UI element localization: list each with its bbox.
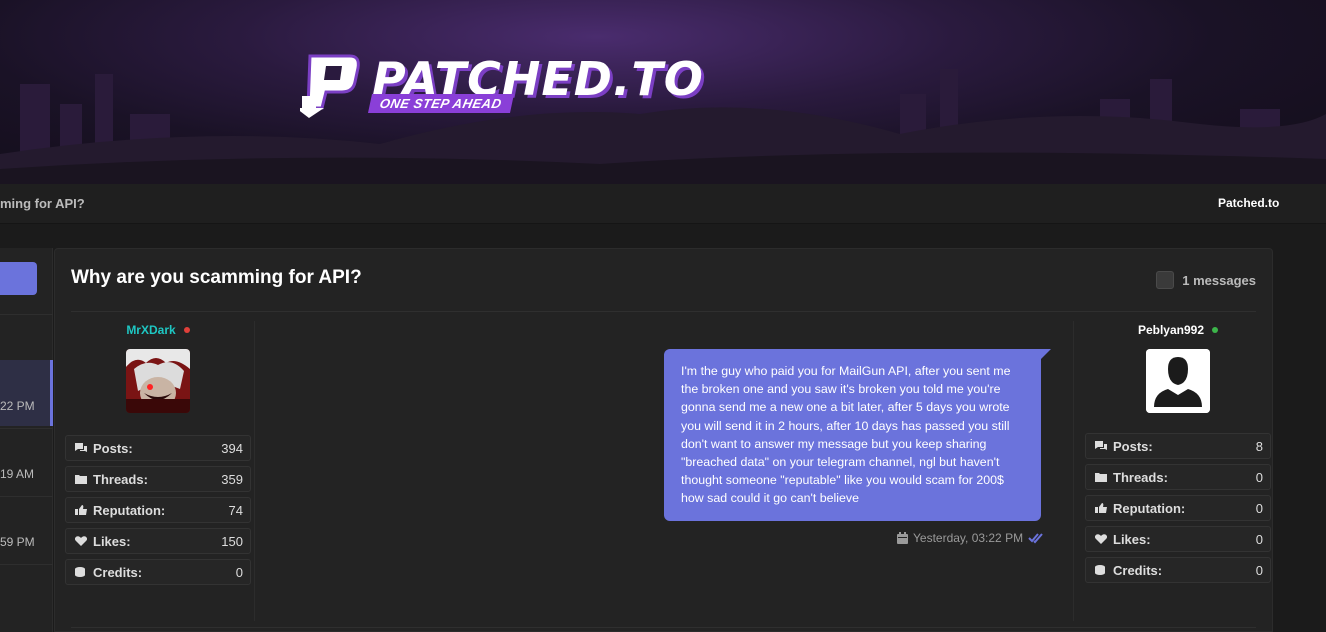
stat-label: Likes: [1113,531,1151,547]
new-conversation-button[interactable] [0,262,37,295]
divider [0,314,53,315]
divider [1073,321,1074,621]
stat-label: Credits: [93,564,143,580]
select-checkbox[interactable] [1156,271,1175,289]
heart-icon [1094,534,1108,544]
folder-icon [75,475,87,484]
participant-card-right: Peblyan992 Posts: 8 Threads: 0 Reputatio… [1085,321,1271,588]
avatar[interactable] [1146,349,1210,413]
stat-posts: Posts: 8 [1085,433,1271,459]
comments-icon [1095,441,1107,450]
conversation-title: Why are you scamming for API? [71,267,362,288]
list-item-time: 19 AM [0,467,35,481]
coins-icon [75,567,85,577]
online-status-dot [1212,327,1219,333]
navbar: ming for API? Patched.to [0,184,1326,224]
stat-label: Reputation: [1113,500,1186,516]
comments-icon [75,443,87,452]
participant-card-left: MrXDark Posts: 394 Threads: 359 Reputati… [65,321,251,590]
message-count: 1 messages [1156,271,1256,289]
divider [71,627,1256,628]
stat-likes: Likes: 0 [1085,526,1271,552]
list-item-time: 22 PM [0,399,35,413]
list-item[interactable]: 19 AM [0,429,53,495]
header-banner: PATCHED.TO ONE STEP AHEAD [0,0,1326,184]
list-item[interactable]: 59 PM [0,497,53,563]
stat-value: 150 [221,533,243,549]
participant-username[interactable]: MrXDark [126,323,175,337]
site-home-link[interactable]: Patched.to [1218,196,1279,210]
stat-value: 74 [228,502,243,518]
message-count-label: 1 messages [1182,272,1256,288]
divider [254,321,255,621]
list-item-time: 59 PM [0,535,35,549]
message-timestamp: Yesterday, 03:22 PM [913,531,1024,545]
offline-status-dot [183,327,190,333]
stat-credits: Credits: 0 [1085,557,1271,583]
thumbs-up-icon [75,505,87,515]
stat-label: Posts: [93,440,133,456]
folder-icon [1095,473,1107,482]
message-meta: Yesterday, 03:22 PM [897,531,1044,545]
stat-label: Credits: [1113,562,1163,578]
stat-reputation: Reputation: 74 [65,497,251,523]
stat-label: Likes: [93,533,131,549]
conversation-list: 22 PM 19 AM 59 PM [0,248,53,632]
stat-label: Threads: [93,471,148,487]
stat-reputation: Reputation: 0 [1085,495,1271,521]
heart-icon [74,536,88,546]
stat-value: 8 [1255,438,1263,454]
stat-threads: Threads: 359 [65,466,251,492]
stat-label: Threads: [1113,469,1168,485]
stat-value: 394 [221,440,243,456]
stat-value: 359 [221,471,243,487]
stat-value: 0 [1255,500,1263,516]
message-bubble: I'm the guy who paid you for MailGun API… [664,349,1041,521]
calendar-icon [897,532,908,544]
divider [0,564,53,565]
participant-username[interactable]: Peblyan992 [1138,323,1204,337]
stat-value: 0 [1255,562,1263,578]
stat-label: Posts: [1113,438,1153,454]
thumbs-up-icon [1095,503,1107,513]
stat-label: Reputation: [93,502,166,518]
stat-likes: Likes: 150 [65,528,251,554]
avatar[interactable] [126,349,190,413]
logo-emblem-icon [300,54,360,118]
stat-value: 0 [1255,531,1263,547]
patched-logo[interactable]: PATCHED.TO ONE STEP AHEAD [300,52,703,118]
stat-posts: Posts: 394 [65,435,251,461]
stat-threads: Threads: 0 [1085,464,1271,490]
message-bubble-tail [1041,349,1051,359]
conversation-panel: Why are you scamming for API? 1 messages… [54,248,1273,632]
breadcrumb[interactable]: ming for API? [0,196,85,211]
stat-value: 0 [235,564,243,580]
stat-credits: Credits: 0 [65,559,251,585]
coins-icon [1095,565,1105,575]
logo-tagline: ONE STEP AHEAD [367,94,514,113]
stat-value: 0 [1255,469,1263,485]
divider [71,311,1256,312]
double-check-icon [1028,533,1043,544]
list-item[interactable]: 22 PM [0,360,53,426]
